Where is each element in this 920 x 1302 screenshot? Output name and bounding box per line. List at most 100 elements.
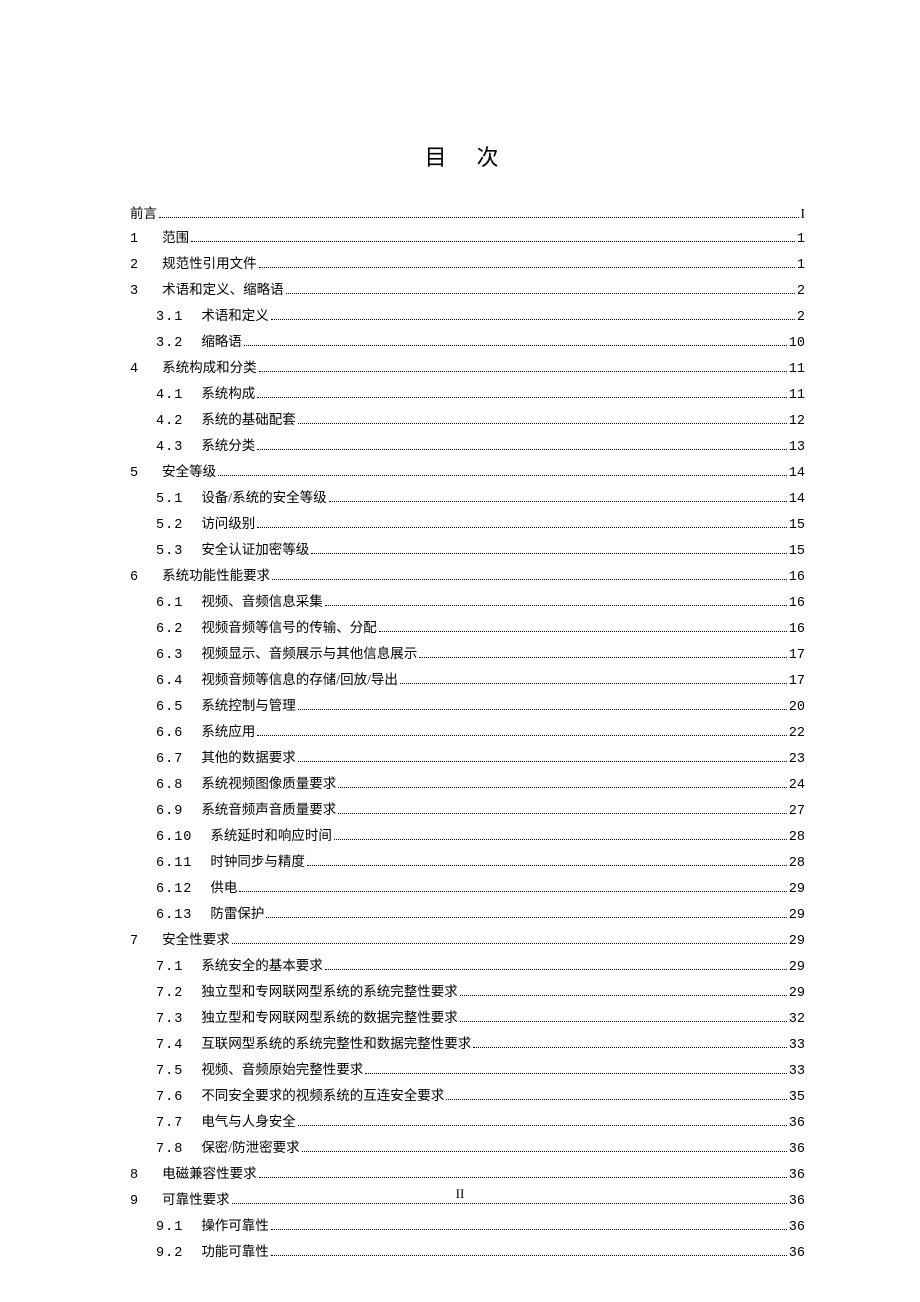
toc-leader-dots — [259, 1177, 787, 1178]
toc-entry-page: 17 — [789, 644, 805, 668]
toc-entry-page: 36 — [789, 1216, 805, 1240]
toc-entry[interactable]: 7.2独立型和专网联网型系统的系统完整性要求29 — [130, 980, 805, 1006]
toc-entry-page: 11 — [789, 384, 805, 408]
toc-entry-page: 29 — [789, 904, 805, 928]
toc-entry-page: 1 — [797, 254, 805, 278]
toc-entry[interactable]: 5安全等级14 — [130, 460, 805, 486]
toc-entry-label: 独立型和专网联网型系统的系统完整性要求 — [201, 980, 458, 1004]
toc-entry[interactable]: 4系统构成和分类11 — [130, 356, 805, 382]
toc-entry[interactable]: 6.8系统视频图像质量要求24 — [130, 772, 805, 798]
toc-leader-dots — [460, 995, 787, 996]
toc-entry-label: 安全等级 — [162, 460, 216, 484]
toc-entry-number: 6.12 — [156, 878, 192, 902]
toc-entry[interactable]: 9.1操作可靠性36 — [130, 1214, 805, 1240]
toc-entry[interactable]: 5.3安全认证加密等级15 — [130, 538, 805, 564]
toc-entry[interactable]: 7.3独立型和专网联网型系统的数据完整性要求32 — [130, 1006, 805, 1032]
toc-title: 目 次 — [130, 140, 805, 172]
toc-entry[interactable]: 3术语和定义、缩略语2 — [130, 278, 805, 304]
toc-entry[interactable]: 6.13防雷保护29 — [130, 902, 805, 928]
toc-entry-number: 4.2 — [156, 410, 183, 434]
toc-entry-page: 29 — [789, 956, 805, 980]
toc-entry-number: 7.7 — [156, 1112, 183, 1136]
toc-leader-dots — [473, 1047, 786, 1048]
toc-entry[interactable]: 1范围1 — [130, 226, 805, 252]
toc-entry-page: 15 — [789, 540, 805, 564]
toc-entry-label: 视频音频等信息的存储/回放/导出 — [201, 668, 398, 692]
toc-leader-dots — [298, 1125, 787, 1126]
toc-entry-page: 32 — [789, 1008, 805, 1032]
toc-entry-page: 29 — [789, 878, 805, 902]
toc-entry[interactable]: 7.7 电气与人身安全 36 — [130, 1110, 805, 1136]
toc-entry-number: 6.2 — [156, 618, 183, 642]
toc-entry-number: 7.6 — [156, 1086, 183, 1110]
toc-entry-label: 系统延时和响应时间 — [210, 824, 332, 848]
toc-entry-page: 28 — [789, 826, 805, 850]
toc-entry-page: 24 — [789, 774, 805, 798]
toc-entry[interactable]: 6.12供电29 — [130, 876, 805, 902]
toc-entry[interactable]: 5.1设备/系统的安全等级14 — [130, 486, 805, 512]
toc-entry-label: 电气与人身安全 — [201, 1110, 296, 1134]
toc-entry[interactable]: 6.2视频音频等信号的传输、分配16 — [130, 616, 805, 642]
toc-entry-number: 6.8 — [156, 774, 183, 798]
toc-entry-label: 前言 — [130, 202, 157, 226]
toc-entry-label: 缩略语 — [201, 330, 242, 354]
toc-entry-page: 36 — [789, 1112, 805, 1136]
toc-entry[interactable]: 6.9系统音频声音质量要求27 — [130, 798, 805, 824]
toc-entry[interactable]: 7.5视频、音频原始完整性要求33 — [130, 1058, 805, 1084]
toc-entry[interactable]: 6.4视频音频等信息的存储/回放/导出17 — [130, 668, 805, 694]
toc-leader-dots — [257, 397, 786, 398]
toc-entry[interactable]: 6.1视频、音频信息采集16 — [130, 590, 805, 616]
toc-entry-page: 33 — [789, 1060, 805, 1084]
toc-leader-dots — [286, 293, 795, 294]
toc-entry[interactable]: 9.2功能可靠性36 — [130, 1240, 805, 1266]
toc-entry[interactable]: 4.1系统构成11 — [130, 382, 805, 408]
toc-entry[interactable]: 7.4互联网型系统的系统完整性和数据完整性要求33 — [130, 1032, 805, 1058]
toc-entry[interactable]: 2规范性引用文件1 — [130, 252, 805, 278]
toc-entry[interactable]: 6.10系统延时和响应时间28 — [130, 824, 805, 850]
toc-entry[interactable]: 6.3视频显示、音频展示与其他信息展示17 — [130, 642, 805, 668]
toc-entry-number: 3.1 — [156, 306, 183, 330]
toc-entry-label: 防雷保护 — [210, 902, 264, 926]
toc-entry-number: 6.3 — [156, 644, 183, 668]
toc-entry[interactable]: 6.11时钟同步与精度28 — [130, 850, 805, 876]
toc-entry-label: 范围 — [162, 226, 189, 250]
toc-entry-number: 7.1 — [156, 956, 183, 980]
toc-entry[interactable]: 7安全性要求29 — [130, 928, 805, 954]
toc-entry[interactable]: 4.3系统分类13 — [130, 434, 805, 460]
toc-entry-number: 5.2 — [156, 514, 183, 538]
toc-entry-label: 系统应用 — [201, 720, 255, 744]
toc-entry-label: 规范性引用文件 — [162, 252, 257, 276]
toc-entry[interactable]: 6系统功能性能要求16 — [130, 564, 805, 590]
toc-entry-number: 7.4 — [156, 1034, 183, 1058]
toc-entry-label: 系统分类 — [201, 434, 255, 458]
toc-entry-number: 5.1 — [156, 488, 183, 512]
toc-entry[interactable]: 7.6不同安全要求的视频系统的互连安全要求35 — [130, 1084, 805, 1110]
toc-entry-number: 6.9 — [156, 800, 183, 824]
toc-entry[interactable]: 6.6系统应用22 — [130, 720, 805, 746]
toc-entry[interactable]: 6.7其他的数据要求23 — [130, 746, 805, 772]
toc-entry-label: 系统构成 — [201, 382, 255, 406]
toc-entry-page: 16 — [789, 618, 805, 642]
toc-entry-page: 35 — [789, 1086, 805, 1110]
toc-entry[interactable]: 5.2访问级别15 — [130, 512, 805, 538]
toc-entry-number: 3.2 — [156, 332, 183, 356]
toc-entry[interactable]: 7.1系统安全的基本要求29 — [130, 954, 805, 980]
toc-leader-dots — [446, 1099, 786, 1100]
toc-entry[interactable]: 4.2系统的基础配套12 — [130, 408, 805, 434]
toc-entry-label: 操作可靠性 — [201, 1214, 269, 1238]
toc-entry-label: 访问级别 — [201, 512, 255, 536]
toc-entry[interactable]: 3.2缩略语10 — [130, 330, 805, 356]
toc-entry-number: 7.8 — [156, 1138, 183, 1162]
toc-entry-label: 其他的数据要求 — [201, 746, 296, 770]
toc-entry-label: 视频、音频信息采集 — [201, 590, 323, 614]
toc-entry[interactable]: 8电磁兼容性要求36 — [130, 1162, 805, 1188]
toc-entry[interactable]: 前言I — [130, 202, 805, 226]
toc-entry[interactable]: 7.8保密/防泄密要求36 — [130, 1136, 805, 1162]
toc-entry-label: 保密/防泄密要求 — [201, 1136, 299, 1160]
toc-leader-dots — [239, 891, 786, 892]
toc-leader-dots — [257, 449, 786, 450]
toc-entry[interactable]: 3.1术语和定义2 — [130, 304, 805, 330]
toc-entry[interactable]: 6.5系统控制与管理20 — [130, 694, 805, 720]
toc-entry-label: 电磁兼容性要求 — [162, 1162, 257, 1186]
toc-leader-dots — [400, 683, 787, 684]
